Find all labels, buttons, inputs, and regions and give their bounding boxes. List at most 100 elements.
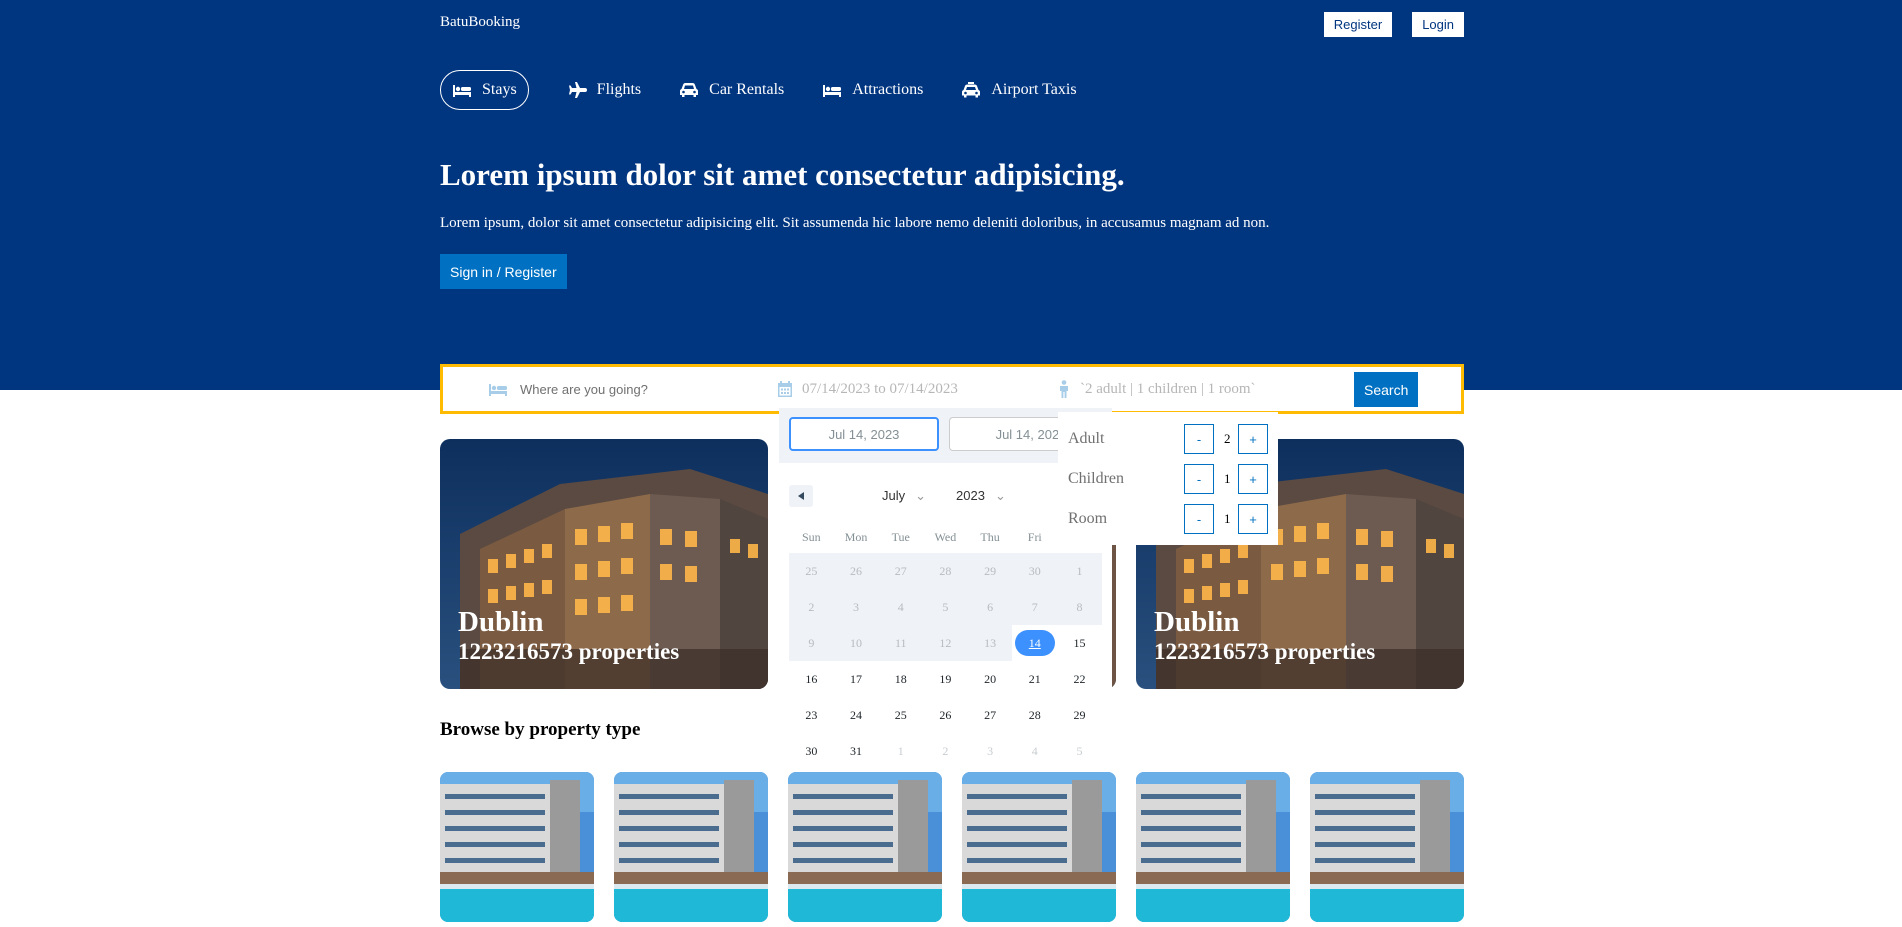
city-name: Dublin <box>458 606 544 638</box>
nav-item-stays[interactable]: Stays <box>440 70 529 110</box>
calendar-day-number: 12 <box>939 635 952 650</box>
property-type-card[interactable] <box>788 772 942 922</box>
weekday-label: Tue <box>891 530 910 544</box>
calendar-day-number: 3 <box>853 599 860 614</box>
calendar-day[interactable]: 19 <box>923 661 968 697</box>
weekday-label: Thu <box>980 530 1000 544</box>
calendar-day-number: 17 <box>850 671 863 686</box>
nav-item-attractions[interactable]: Attractions <box>822 70 923 110</box>
auth-buttons: Register Login <box>1323 12 1464 37</box>
children-counter: - 1 + <box>1184 464 1268 494</box>
calendar-day[interactable]: 31 <box>834 733 879 769</box>
month-select[interactable]: July ⌄ <box>882 488 926 504</box>
calendar-day-number: 24 <box>850 707 863 722</box>
weekday-label: Sun <box>802 530 821 544</box>
calendar-day[interactable]: 23 <box>789 697 834 733</box>
chevron-down-icon: ⌄ <box>915 488 927 503</box>
calendar-day-number: 22 <box>1073 671 1086 686</box>
weekday-header: SunMonTueWedThuFriSat <box>789 530 1102 545</box>
children-decrement-button[interactable]: - <box>1184 464 1214 494</box>
room-count: 1 <box>1224 511 1231 526</box>
city-card[interactable]: Dublin 1223216573 properties <box>440 439 768 689</box>
calendar-day: 30 <box>1012 553 1058 589</box>
year-select[interactable]: 2023 ⌄ <box>956 488 1006 504</box>
calendar-day[interactable]: 15 <box>1057 625 1102 661</box>
calendar-day-number: 2 <box>808 599 815 614</box>
destination-field[interactable] <box>488 367 692 411</box>
bed-icon <box>823 85 842 97</box>
calendar-day[interactable]: 25 <box>878 697 923 733</box>
date-field[interactable]: 07/14/2023 to 07/14/2023 <box>778 367 958 411</box>
calendar-day-selected[interactable]: 14 <box>1012 625 1057 661</box>
calendar-day: 10 <box>833 625 879 661</box>
hero-header: BatuBooking Register Login Stays Flights… <box>0 0 1902 390</box>
calendar-day: 7 <box>1012 589 1058 625</box>
search-button[interactable]: Search <box>1354 372 1419 407</box>
adult-increment-button[interactable]: + <box>1238 424 1268 454</box>
property-type-card[interactable] <box>962 772 1116 922</box>
calendar-day-number: 4 <box>1031 743 1038 758</box>
calendar-day[interactable]: 26 <box>923 697 968 733</box>
calendar-day[interactable]: 17 <box>834 661 879 697</box>
property-type-card[interactable] <box>1310 772 1464 922</box>
nav-item-label: Airport Taxis <box>991 81 1077 98</box>
month-year-selector: July ⌄ 2023 ⌄ <box>882 488 1006 504</box>
calendar-day[interactable]: 20 <box>968 661 1013 697</box>
calendar-day-number: 28 <box>1028 707 1041 722</box>
calendar-day: 5 <box>923 589 968 625</box>
city-properties: 1223216573 properties <box>458 639 680 664</box>
nav-item-car-rentals[interactable]: Car Rentals <box>679 70 784 110</box>
weekday-label: Fri <box>1027 530 1042 544</box>
calendar-day-number: 10 <box>850 635 863 650</box>
sign-in-register-button[interactable]: Sign in / Register <box>440 254 567 289</box>
prev-month-button[interactable] <box>789 485 813 507</box>
calendar-day[interactable]: 28 <box>1012 697 1057 733</box>
calendar-day-number: 18 <box>894 671 907 686</box>
hotel-pool-photo <box>1136 772 1290 922</box>
start-date-input[interactable]: Jul 14, 2023 <box>789 417 939 451</box>
property-type-card[interactable] <box>440 772 594 922</box>
calendar-grid: 25 26 27 28 29 30 1 2 3 4 5 6 7 8 9 10 11 12 13 14 15 16 17 18 1… <box>789 553 1102 769</box>
room-increment-button[interactable]: + <box>1238 504 1268 534</box>
guests-field[interactable]: `2 adult | 1 children | 1 room` <box>1058 367 1256 411</box>
calendar-day-number: 25 <box>805 563 818 578</box>
adult-decrement-button[interactable]: - <box>1184 424 1214 454</box>
children-count: 1 <box>1224 471 1231 486</box>
calendar-day: 25 <box>789 553 834 589</box>
calendar-day-number: 26 <box>939 707 952 722</box>
calendar-day[interactable]: 21 <box>1012 661 1057 697</box>
weekday-label: Mon <box>844 530 868 544</box>
calendar-day[interactable]: 30 <box>789 733 834 769</box>
room-counter: - 1 + <box>1184 504 1268 534</box>
adult-counter: - 2 + <box>1184 424 1268 454</box>
calendar-day[interactable]: 24 <box>834 697 879 733</box>
city-name: Dublin <box>1154 606 1240 638</box>
calendar-day-number: 25 <box>894 707 907 722</box>
calendar-day[interactable]: 27 <box>968 697 1013 733</box>
weekday-label: Wed <box>934 530 957 544</box>
register-button[interactable]: Register <box>1323 12 1393 37</box>
property-type-card[interactable] <box>614 772 768 922</box>
logo[interactable]: BatuBooking <box>440 14 520 31</box>
hero-description: Lorem ipsum, dolor sit amet consectetur … <box>440 215 1270 231</box>
calendar-day[interactable]: 18 <box>878 661 923 697</box>
search-bar: 07/14/2023 to 07/14/2023 `2 adult | 1 ch… <box>440 364 1464 414</box>
login-button[interactable]: Login <box>1412 12 1464 37</box>
calendar-day[interactable]: 22 <box>1057 661 1102 697</box>
calendar-day-number: 4 <box>897 599 904 614</box>
date-range-text: 07/14/2023 to 07/14/2023 <box>802 380 958 397</box>
room-row: Room - 1 + <box>1068 504 1278 534</box>
room-decrement-button[interactable]: - <box>1184 504 1214 534</box>
destination-input[interactable] <box>518 380 692 398</box>
month-label: July <box>882 488 906 503</box>
calendar-day-number: 13 <box>984 635 997 650</box>
property-type-card[interactable] <box>1136 772 1290 922</box>
calendar-day[interactable]: 16 <box>789 661 834 697</box>
calendar-day-number: 1 <box>1076 563 1083 578</box>
nav-item-label: Stays <box>482 81 517 98</box>
calendar-day[interactable]: 29 <box>1057 697 1102 733</box>
calendar-day-number: 14 <box>1014 630 1055 656</box>
nav-item-airport-taxis[interactable]: Airport Taxis <box>961 70 1077 110</box>
nav-item-flights[interactable]: Flights <box>567 70 641 110</box>
children-increment-button[interactable]: + <box>1238 464 1268 494</box>
